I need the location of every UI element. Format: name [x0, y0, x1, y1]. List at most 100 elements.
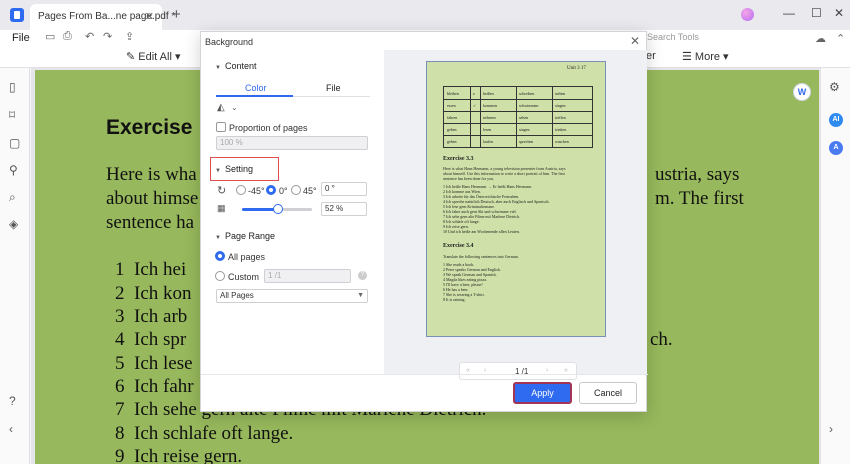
list-item: 1 Ich hei: [115, 259, 187, 280]
redo-icon[interactable]: ↷: [103, 30, 112, 43]
save-icon[interactable]: ▭: [45, 30, 55, 43]
rotation-input[interactable]: 0 °: [321, 182, 367, 196]
dialog-footer-divider: [201, 374, 648, 375]
edit-all-label: Edit All: [138, 51, 172, 63]
title-bar: Pages From Ba...ne page.pdf * ✕ + — ☐ ✕: [0, 0, 850, 30]
more-label: More: [694, 51, 720, 63]
rotation-minus45-radio[interactable]: [236, 185, 246, 195]
fill-color-icon[interactable]: ◭: [217, 102, 225, 113]
window-close-icon[interactable]: ✕: [834, 6, 844, 20]
page-thumbnail-icon[interactable]: ▯: [9, 80, 16, 94]
undo-icon[interactable]: ↶: [85, 30, 94, 43]
add-tab-icon[interactable]: +: [172, 6, 181, 23]
chevron-right-icon[interactable]: ›: [829, 422, 833, 436]
word-convert-icon[interactable]: W: [793, 83, 811, 101]
search-tools[interactable]: Search Tools: [647, 32, 699, 42]
preview-page: Unit 3 17 bleiben z heißen schreiben ste…: [426, 61, 606, 337]
list-item: 9 Ich reise gern.: [115, 446, 243, 464]
next-page-icon[interactable]: ›: [546, 367, 548, 374]
opacity-slider-handle[interactable]: [273, 204, 284, 214]
cloud-icon[interactable]: ☁: [815, 32, 826, 45]
tab-divider: [293, 96, 370, 97]
rotation-minus45-label: -45°: [248, 186, 265, 196]
custom-radio[interactable]: [215, 271, 225, 281]
dialog-close-icon[interactable]: ✕: [630, 34, 640, 48]
document-tab-title: Pages From Ba...ne page.pdf *: [38, 11, 176, 22]
exercise-heading: Exercise: [106, 116, 193, 139]
page-range-section-header[interactable]: ▼ Page Range: [215, 231, 275, 241]
ai-assistant-icon[interactable]: AI: [829, 113, 843, 127]
custom-range-input[interactable]: 1 /1: [264, 269, 351, 283]
rotation-45-radio[interactable]: [291, 185, 301, 195]
tab-file[interactable]: File: [326, 83, 341, 93]
preview-ex33-title: Exercise 3.3: [443, 156, 474, 162]
background-dialog: Background ✕ ▼ Content Color File ◭ ⌄ Pro…: [200, 31, 648, 412]
avatar[interactable]: [741, 8, 754, 21]
list-item-right: ch.: [650, 329, 673, 350]
all-pages-radio[interactable]: [215, 251, 225, 261]
paragraph-line-right: ustria, says: [655, 164, 740, 185]
search-icon[interactable]: ⌕: [9, 190, 16, 205]
list-item: 2 Ich kon: [115, 283, 192, 304]
proportion-input[interactable]: 100 %: [216, 136, 368, 150]
more-button[interactable]: ☰ More ▾: [682, 50, 729, 63]
preview-ex34-title: Exercise 3.4: [443, 243, 474, 249]
print-icon[interactable]: ⎙: [63, 30, 72, 43]
cancel-button[interactable]: Cancel: [579, 382, 637, 404]
help-icon[interactable]: ?: [9, 394, 16, 408]
list-item: 6 Ich fahr: [115, 376, 194, 397]
list-item: 3 Ich arb: [115, 306, 188, 327]
pages-subset-value: All Pages: [220, 291, 254, 300]
first-page-icon[interactable]: «: [466, 367, 470, 374]
opacity-icon: ▦: [217, 203, 226, 213]
attachment-icon[interactable]: ⚲: [9, 163, 18, 177]
list-item: 8 Ich schlafe oft lange.: [115, 423, 294, 444]
maximize-icon[interactable]: ☐: [811, 6, 822, 20]
apply-button[interactable]: Apply: [513, 382, 572, 404]
rotation-0-radio[interactable]: [266, 185, 276, 195]
paragraph-line-right: m. The first: [655, 188, 744, 209]
tab-close-icon[interactable]: ✕: [145, 10, 154, 23]
opacity-slider[interactable]: [242, 204, 312, 214]
collapse-icon[interactable]: ⌃: [836, 32, 845, 45]
left-sidebar: ▯ ⌑ ▢ ⚲ ⌕ ◈ ? ‹: [0, 68, 30, 464]
chevron-down-icon: ▼: [357, 292, 364, 299]
dialog-title: Background: [205, 37, 254, 47]
chevron-down-icon[interactable]: ⌄: [231, 103, 238, 112]
list-item: 5 Ich lese: [115, 353, 193, 374]
rotation-icon: ↻: [217, 185, 227, 197]
edit-all-button[interactable]: ✎ Edit All ▾: [126, 50, 181, 63]
properties-icon[interactable]: ⚙: [829, 80, 840, 94]
minimize-icon[interactable]: —: [783, 6, 795, 20]
paragraph-line: about himse: [106, 188, 199, 209]
menu-file[interactable]: File: [12, 32, 30, 44]
paragraph-line: Here is wha: [106, 164, 197, 185]
collapse-triangle-icon: ▼: [215, 235, 221, 241]
document-tab[interactable]: Pages From Ba...ne page.pdf * ✕: [30, 4, 175, 30]
content-section-header[interactable]: ▼ Content: [215, 61, 256, 71]
last-page-icon[interactable]: »: [564, 367, 568, 374]
collapse-triangle-icon: ▼: [215, 65, 221, 71]
setting-section-header[interactable]: ▼ Setting: [215, 164, 253, 174]
rotation-0-label: 0°: [279, 186, 288, 196]
layers-icon[interactable]: ◈: [9, 217, 18, 231]
ai-translate-icon[interactable]: A: [829, 141, 843, 155]
share-icon[interactable]: ⇪: [125, 30, 134, 43]
tab-color[interactable]: Color: [245, 83, 267, 93]
custom-label: Custom: [228, 272, 260, 282]
rotation-45-label: 45°: [303, 186, 317, 196]
comment-icon[interactable]: ▢: [9, 136, 20, 150]
chevron-left-icon[interactable]: ‹: [9, 422, 13, 436]
proportion-checkbox[interactable]: [216, 122, 226, 132]
all-pages-label: All pages: [228, 252, 266, 262]
app-logo-icon: [10, 8, 24, 22]
pages-subset-select[interactable]: All Pages ▼: [216, 289, 368, 303]
bookmark-icon[interactable]: ⌑: [9, 108, 15, 122]
help-icon[interactable]: ?: [358, 271, 367, 280]
preview-table: bleiben z heißen schreiben stehen essen …: [443, 86, 593, 148]
prev-page-icon[interactable]: ‹: [484, 367, 486, 374]
preview-panel: Unit 3 17 bleiben z heißen schreiben ste…: [384, 50, 647, 380]
opacity-input[interactable]: 52 %: [321, 202, 367, 216]
proportion-label: Proportion of pages: [229, 123, 308, 133]
right-sidebar: ⚙ AI A ›: [820, 68, 850, 464]
